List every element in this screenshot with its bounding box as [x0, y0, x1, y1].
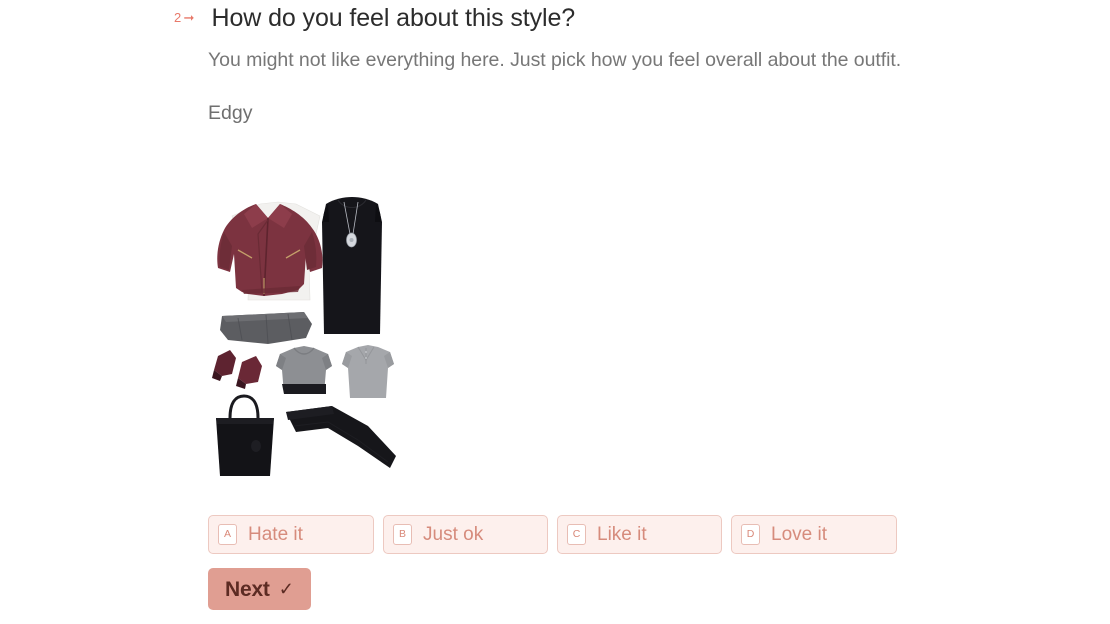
option-button-b[interactable]: B Just ok — [383, 515, 548, 554]
survey-question-screen: 2 ➞ How do you feel about this style? Yo… — [0, 0, 1110, 624]
check-icon: ✓ — [278, 579, 294, 599]
question-block: 2 ➞ How do you feel about this style? Yo… — [174, 2, 934, 127]
option-button-c[interactable]: C Like it — [557, 515, 722, 554]
option-key-badge-c: C — [567, 524, 586, 545]
question-description: You might not like everything here. Just… — [208, 48, 902, 71]
answer-options-list: A Hate it B Just ok C Like it D Love it — [208, 515, 897, 554]
outfit-image — [208, 188, 404, 484]
style-category-label: Edgy — [208, 102, 253, 125]
option-label-c: Like it — [597, 524, 647, 545]
option-label-b: Just ok — [423, 524, 484, 545]
question-title: How do you feel about this style? — [211, 4, 576, 32]
option-label-a: Hate it — [248, 524, 303, 545]
option-key-badge-a: A — [218, 524, 237, 545]
arrow-right-icon: ➞ — [183, 10, 195, 25]
option-key-badge-d: D — [741, 524, 760, 545]
next-button[interactable]: Next ✓ — [208, 568, 311, 610]
option-button-a[interactable]: A Hate it — [208, 515, 374, 554]
question-title-row: 2 ➞ How do you feel about this style? — [174, 2, 934, 35]
option-button-d[interactable]: D Love it — [731, 515, 897, 554]
question-number: 2 ➞ — [174, 2, 195, 24]
option-key-badge-b: B — [393, 524, 412, 545]
option-label-d: Love it — [771, 524, 827, 545]
question-number-value: 2 — [174, 10, 182, 25]
next-button-label: Next — [225, 577, 270, 601]
outfit-flatlay-illustration — [208, 188, 404, 484]
